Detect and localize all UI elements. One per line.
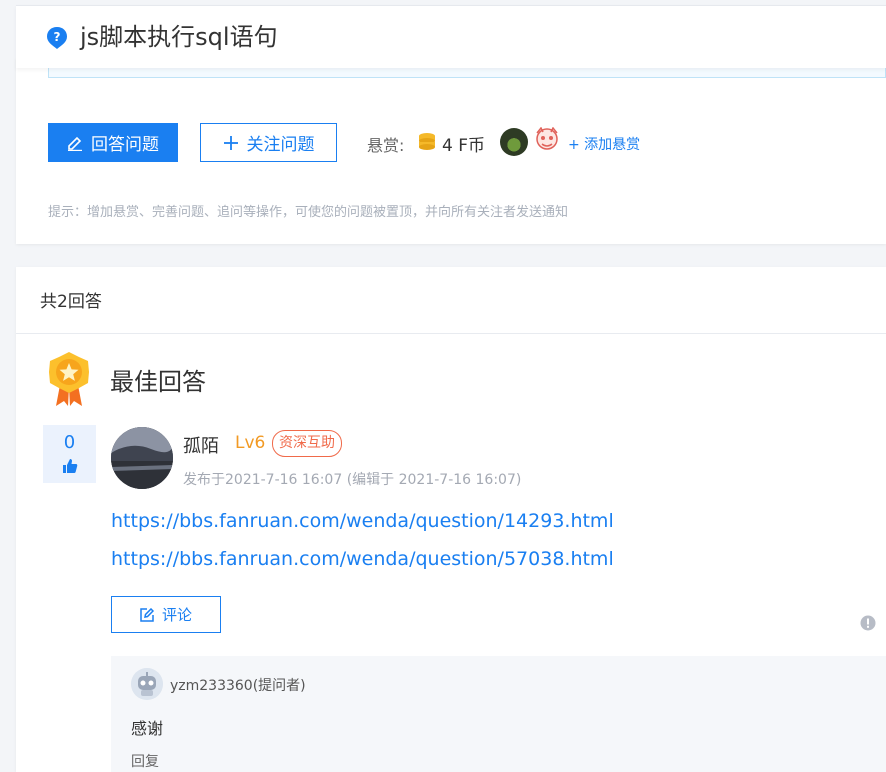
- comment-edit-icon: [140, 607, 154, 622]
- vote-button[interactable]: 0: [43, 425, 96, 483]
- reply-link[interactable]: 回复: [131, 751, 159, 771]
- info-icon: [860, 615, 876, 631]
- comment-text: 感谢: [131, 719, 164, 738]
- rewarder-avatar[interactable]: [534, 127, 560, 157]
- robot-avatar-icon[interactable]: [131, 668, 163, 700]
- vote-count: 0: [63, 432, 76, 453]
- edit-icon: [68, 136, 82, 151]
- hint-text: 提示：增加悬赏、完善问题、追问等操作，可使您的问题被置顶，并向所有关注者发送通知: [48, 205, 569, 220]
- divider: [16, 333, 886, 334]
- answerer-level: Lv6: [235, 433, 266, 453]
- question-card: 回答问题 关注问题 悬赏: 4 F币 + 添加悬赏 提示：增加悬赏、完善问题、追…: [16, 58, 886, 244]
- reward-value: 4 F币: [442, 136, 485, 156]
- add-reward-link[interactable]: + 添加悬赏: [568, 134, 640, 154]
- answer-link[interactable]: https://bbs.fanruan.com/wenda/question/5…: [111, 548, 614, 570]
- best-answer-title: 最佳回答: [110, 368, 206, 396]
- comment-button[interactable]: 评论: [111, 596, 221, 633]
- answer-count: 共2回答: [40, 292, 102, 312]
- question-icon: ?: [47, 27, 67, 49]
- follow-question-label: 关注问题: [246, 135, 315, 154]
- answers-card: 共2回答 最佳回答 0 孤陌 Lv6 资深互助 发布于2021-7-16 16:…: [16, 267, 886, 772]
- svg-text:?: ?: [54, 30, 61, 44]
- answer-question-button[interactable]: 回答问题: [48, 123, 178, 162]
- comment-item: yzm233360(提问者) 感谢 回复: [111, 656, 886, 772]
- thumb-up-icon: [62, 459, 77, 473]
- medal-icon: [49, 352, 89, 406]
- comment-user-name[interactable]: yzm233360(提问者): [170, 675, 306, 695]
- page-title: js脚本执行sql语句: [80, 23, 278, 51]
- question-title-bar: ? js脚本执行sql语句: [16, 5, 886, 68]
- answerer-avatar[interactable]: [111, 427, 173, 489]
- answer-question-label: 回答问题: [91, 135, 159, 154]
- post-meta: 发布于2021-7-16 16:07 (编辑于 2021-7-16 16:07): [183, 472, 522, 488]
- coin-icon: [419, 133, 435, 150]
- rewarder-avatar[interactable]: [500, 128, 528, 156]
- comment-button-label: 评论: [161, 607, 192, 624]
- answerer-name[interactable]: 孤陌: [183, 432, 219, 458]
- reward-label: 悬赏:: [367, 136, 405, 155]
- answerer-badge: 资深互助: [272, 430, 342, 457]
- follow-question-button[interactable]: 关注问题: [200, 123, 337, 162]
- answer-link[interactable]: https://bbs.fanruan.com/wenda/question/1…: [111, 510, 614, 532]
- plus-icon: [223, 135, 238, 150]
